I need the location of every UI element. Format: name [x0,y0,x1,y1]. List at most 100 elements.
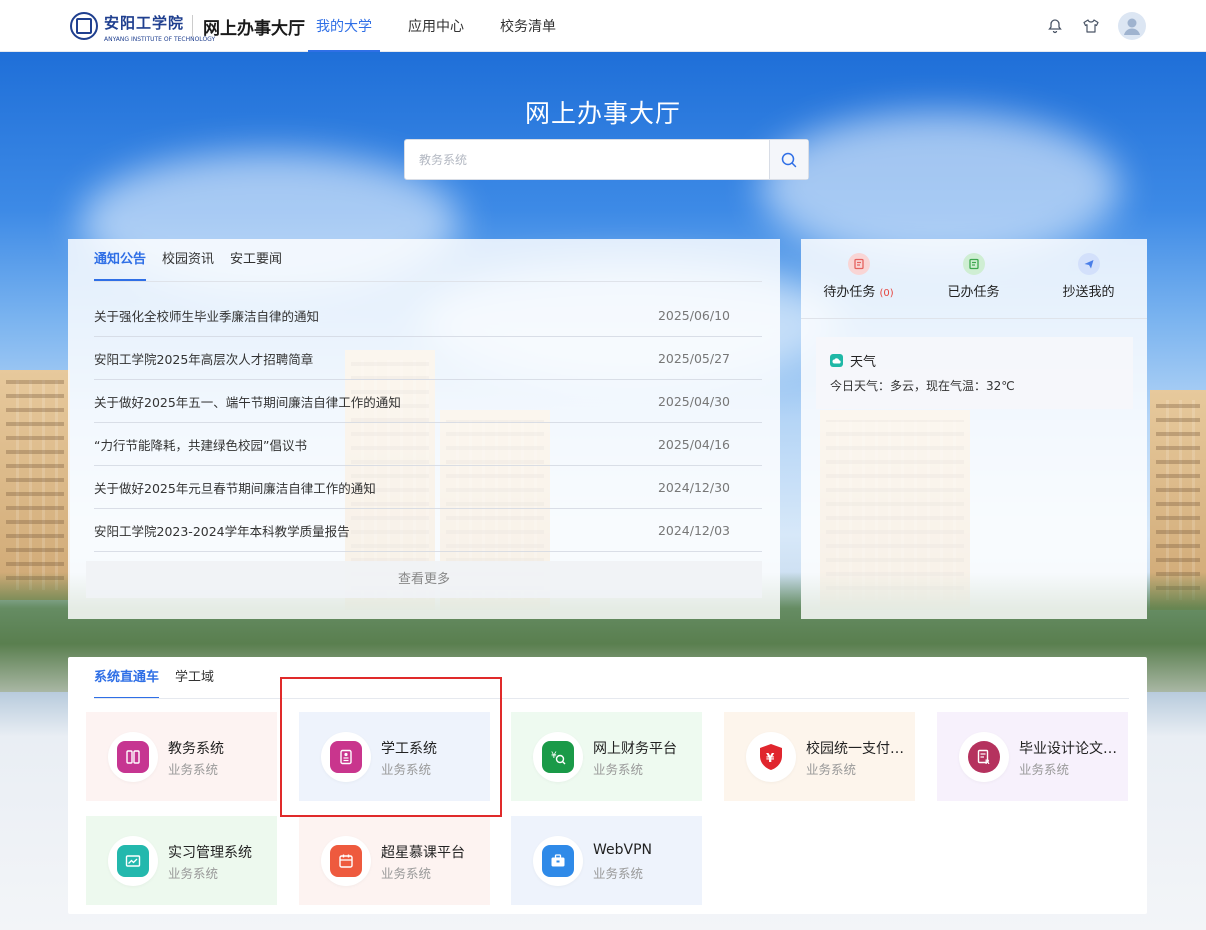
school-seal-icon [70,12,98,40]
weather-title: 天气 [850,355,877,370]
nav-app-center[interactable]: 应用中心 [408,0,464,52]
card-icon-wrap: ¥ [746,732,796,782]
todo-tasks-button[interactable]: 待办任务 (0) [801,253,916,300]
task-shortcuts: 待办任务 (0) 已办任务 抄送我的 [801,253,1147,300]
card-name: 网上财务平台 [593,741,677,757]
shirt-icon[interactable] [1079,14,1103,38]
hero-title: 网上办事大厅 [524,99,681,128]
avatar[interactable] [1118,12,1146,40]
search-icon [781,152,797,167]
done-tasks-button[interactable]: 已办任务 [916,253,1031,300]
tab-system-direct[interactable]: 系统直通车 [94,669,160,699]
cc-tasks-button[interactable]: 抄送我的 [1031,253,1146,300]
svg-text:R: R [985,759,990,766]
logo-script-text: 安阳工学院 [104,14,185,32]
bell-icon[interactable] [1043,14,1067,38]
tab-student-affairs[interactable]: 学工域 [175,669,214,699]
view-more-button[interactable]: 查看更多 [86,561,762,598]
svg-text:¥: ¥ [766,751,775,765]
notice-title: 安阳工学院2025年高层次人才招聘简章 [94,351,314,367]
notice-title: “力行节能降耗，共建绿色校园”倡议书 [94,437,307,453]
divider [801,318,1147,319]
system-card-internship[interactable]: 实习管理系统 业务系统 [86,816,277,905]
card-name: 教务系统 [168,741,224,757]
card-name: 实习管理系统 [168,845,252,861]
notice-row[interactable]: “力行节能降耗，共建绿色校园”倡议书 2025/04/16 [94,423,762,466]
system-card-thesis[interactable]: R 毕业设计论文管理系统 业务系统 [937,712,1128,801]
notice-row[interactable]: 关于做好2025年元旦春节期间廉洁自律工作的通知 2024/12/30 [94,466,762,509]
card-name: 超星慕课平台 [381,845,465,861]
cc-label: 抄送我的 [1062,285,1115,300]
chart-icon [117,845,149,877]
notice-date: 2025/06/10 [657,307,730,323]
notice-tabs: 通知公告 校园资讯 安工要闻 [94,251,298,281]
card-subtitle: 业务系统 [168,866,219,881]
notice-date: 2024/12/03 [657,522,730,538]
nav-my-university[interactable]: 我的大学 [308,0,380,52]
card-subtitle: 业务系统 [593,762,644,777]
notice-date: 2025/04/16 [657,436,730,452]
weather-header: 天气 [830,351,876,370]
site-title: 网上办事大厅 [203,18,306,39]
notice-row[interactable]: 关于强化全校师生毕业季廉洁自律的通知 2025/06/10 [94,294,762,337]
todo-label: 待办任务 [823,285,876,300]
phone-icon [117,741,149,773]
system-card-webvpn[interactable]: WebVPN 业务系统 [511,816,702,905]
done-icon [962,253,985,275]
divider [94,698,1129,699]
logo-wordmark: 安阳工学院 ANYANG INSTITUTE OF TECHNOLOGY [104,14,215,44]
divider [94,281,762,282]
notice-date: 2025/05/27 [657,350,730,366]
notice-title: 关于强化全校师生毕业季廉洁自律的通知 [94,308,320,324]
tab-announcements[interactable]: 通知公告 [94,251,147,281]
main-nav: 我的大学 应用中心 校务清单 [308,0,592,52]
highlight-box [280,677,502,817]
notice-title: 安阳工学院2023-2024学年本科教学质量报告 [94,523,350,539]
yen-shield-icon: ¥ [755,741,787,773]
notice-row[interactable]: 安阳工学院2025年高层次人才招聘简章 2025/05/27 [94,337,762,380]
top-header: 安阳工学院 ANYANG INSTITUTE OF TECHNOLOGY 网上办… [0,0,1206,52]
weather-text: 今日天气：多云，现在气温：32℃ [830,379,1015,393]
document-icon: R [968,741,1000,773]
card-icon-wrap [108,836,158,886]
notice-row[interactable]: 安阳工学院2023-2024学年本科教学质量报告 2024/12/03 [94,509,762,552]
briefcase-icon [542,845,574,877]
notice-row[interactable]: 关于做好2025年五一、端午节期间廉洁自律工作的通知 2025/04/30 [94,380,762,423]
done-label: 已办任务 [947,285,1000,300]
card-subtitle: 业务系统 [593,866,644,881]
card-icon-wrap [533,836,583,886]
system-card-payment[interactable]: ¥ 校园统一支付平台 业务系统 [724,712,915,801]
card-name: 校园统一支付平台 [806,741,910,757]
notice-title: 关于做好2025年元旦春节期间廉洁自律工作的通知 [94,480,376,496]
tab-school-news[interactable]: 安工要闻 [230,251,282,281]
card-name: WebVPN [593,842,653,858]
notice-list: 关于强化全校师生毕业季廉洁自律的通知 2025/06/10 安阳工学院2025年… [94,294,762,552]
system-card-finance[interactable]: ¥ 网上财务平台 业务系统 [511,712,702,801]
building-shape [0,370,70,600]
notice-date: 2024/12/30 [657,479,730,495]
calendar-icon [330,845,362,877]
notice-date: 2025/04/30 [657,393,730,409]
cloud-icon [830,354,843,367]
system-card-academic[interactable]: 教务系统 业务系统 [86,712,277,801]
search-box [404,139,809,180]
weather-card: 天气 今日天气：多云，现在气温：32℃ [816,337,1133,409]
systems-tabs: 系统直通车 学工域 [94,669,230,699]
search-button[interactable] [769,140,808,179]
school-logo[interactable]: 安阳工学院 ANYANG INSTITUTE OF TECHNOLOGY 网上办… [70,12,306,44]
card-icon-wrap [321,836,371,886]
logo-english-text: ANYANG INSTITUTE OF TECHNOLOGY [104,36,216,43]
send-icon [1077,253,1100,275]
notice-title: 关于做好2025年五一、端午节期间廉洁自律工作的通知 [94,394,401,410]
system-card-mooc[interactable]: 超星慕课平台 业务系统 [299,816,490,905]
card-subtitle: 业务系统 [806,762,857,777]
finance-search-icon: ¥ [542,741,574,773]
search-input[interactable] [405,140,770,179]
card-icon-wrap: ¥ [533,732,583,782]
card-subtitle: 业务系统 [168,762,219,777]
card-icon-wrap: R [959,732,1009,782]
tab-campus-news[interactable]: 校园资讯 [162,251,214,281]
card-icon-wrap [108,732,158,782]
nav-affairs-list[interactable]: 校务清单 [500,0,556,52]
card-subtitle: 业务系统 [1019,762,1070,777]
